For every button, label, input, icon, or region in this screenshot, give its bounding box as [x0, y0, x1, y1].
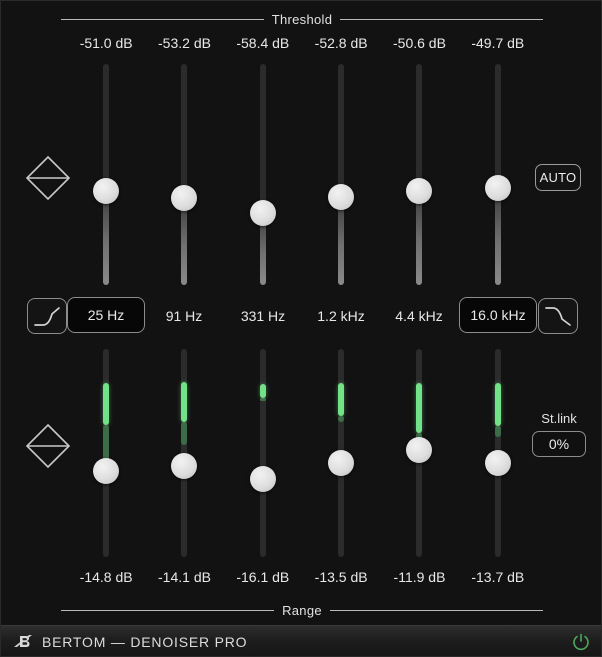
lowpass-filter-button[interactable] [538, 298, 578, 334]
threshold-value: -49.7 dB [471, 35, 525, 51]
threshold-slider-handle[interactable] [250, 200, 276, 226]
reduction-meter-peak [103, 383, 109, 425]
threshold-value: -53.2 dB [158, 35, 211, 51]
frequency-band-row: 25 Hz 91 Hz 331 Hz 1.2 kHz 4.4 kHz 16.0 kHz [1, 297, 601, 335]
frequency-band-1[interactable]: 25 Hz [67, 297, 145, 333]
plugin-footer: BERTOM — DENOISER PRO [1, 625, 601, 656]
threshold-section-title: Threshold [271, 11, 333, 27]
frequency-band-3[interactable]: 331 Hz [224, 297, 302, 335]
reduction-meter-peak [181, 382, 187, 422]
slider-track-upper [260, 64, 266, 213]
stereo-link-control: St.link 0% [532, 411, 586, 457]
threshold-link-button[interactable] [21, 151, 75, 205]
range-value: -14.8 dB [79, 569, 133, 585]
reduction-meter-dim [181, 422, 187, 445]
reduction-meter-dim [338, 416, 344, 422]
range-slider-handle[interactable] [485, 450, 511, 476]
reduction-meter-peak [260, 384, 266, 398]
diamond-link-icon [25, 423, 71, 469]
threshold-slider-handle[interactable] [406, 178, 432, 204]
range-value: -13.7 dB [471, 569, 525, 585]
slider-track-lower [181, 198, 187, 285]
range-slider-handle[interactable] [171, 453, 197, 479]
reduction-meter-dim [495, 426, 501, 437]
slider-track [260, 349, 266, 557]
range-value: -16.1 dB [236, 569, 290, 585]
rule-line-left [61, 18, 264, 20]
threshold-slider-handle[interactable] [485, 175, 511, 201]
power-icon[interactable] [571, 632, 591, 652]
threshold-value: -58.4 dB [236, 35, 290, 51]
rule-line-left [61, 609, 275, 611]
frequency-band-4[interactable]: 1.2 kHz [302, 297, 380, 335]
reduction-meter-peak [416, 383, 422, 433]
slider-track-upper [103, 64, 109, 191]
auto-button[interactable]: AUTO [535, 164, 581, 191]
lowpass-filter-icon [545, 307, 571, 326]
rule-line-right [329, 609, 543, 611]
range-values-row: -14.8 dB -14.1 dB -16.1 dB -13.5 dB -11.9 dB… [67, 569, 537, 587]
rule-line-right [340, 18, 544, 20]
range-value: -14.1 dB [158, 569, 211, 585]
plugin-window: Threshold -51.0 dB -53.2 dB -58.4 dB -52.8 … [0, 0, 602, 657]
plugin-main-panel: Threshold -51.0 dB -53.2 dB -58.4 dB -52.8 … [1, 1, 601, 625]
threshold-value: -52.8 dB [314, 35, 368, 51]
frequency-band-2[interactable]: 91 Hz [145, 297, 223, 335]
slider-track-upper [181, 64, 187, 198]
brand-title: BERTOM — DENOISER PRO [42, 634, 248, 650]
stereo-link-label: St.link [541, 411, 577, 426]
range-slider-handle[interactable] [406, 437, 432, 463]
threshold-slider-handle[interactable] [171, 185, 197, 211]
frequency-band-6[interactable]: 16.0 kHz [459, 297, 537, 333]
reduction-meter-peak [495, 383, 501, 426]
frequency-band-5[interactable]: 4.4 kHz [380, 297, 458, 335]
range-section-title: Range [282, 602, 322, 618]
range-slider-handle[interactable] [250, 466, 276, 492]
bertom-b-logo [14, 635, 32, 647]
slider-track-upper [495, 64, 501, 188]
slider-track-lower [338, 197, 344, 285]
threshold-slider-handle[interactable] [93, 178, 119, 204]
threshold-slider-handle[interactable] [328, 184, 354, 210]
threshold-section-header: Threshold [61, 11, 544, 27]
threshold-values-row: -51.0 dB -53.2 dB -58.4 dB -52.8 dB -50.6 dB… [67, 35, 537, 53]
threshold-value: -50.6 dB [393, 35, 446, 51]
range-link-button[interactable] [21, 419, 75, 473]
range-value: -11.9 dB [393, 569, 446, 585]
diamond-link-icon [25, 155, 71, 201]
range-slider-handle[interactable] [328, 450, 354, 476]
reduction-meter-peak [338, 383, 344, 416]
slider-track-lower [416, 191, 422, 285]
stereo-link-value[interactable]: 0% [532, 431, 586, 457]
range-value: -13.5 dB [314, 569, 368, 585]
reduction-meter-dim [260, 398, 266, 401]
threshold-value: -51.0 dB [79, 35, 133, 51]
range-slider-handle[interactable] [93, 458, 119, 484]
slider-track-upper [338, 64, 344, 197]
slider-track-upper [416, 64, 422, 191]
range-section-header: Range [61, 602, 543, 618]
slider-track-lower [103, 191, 109, 285]
slider-track-lower [495, 188, 501, 285]
